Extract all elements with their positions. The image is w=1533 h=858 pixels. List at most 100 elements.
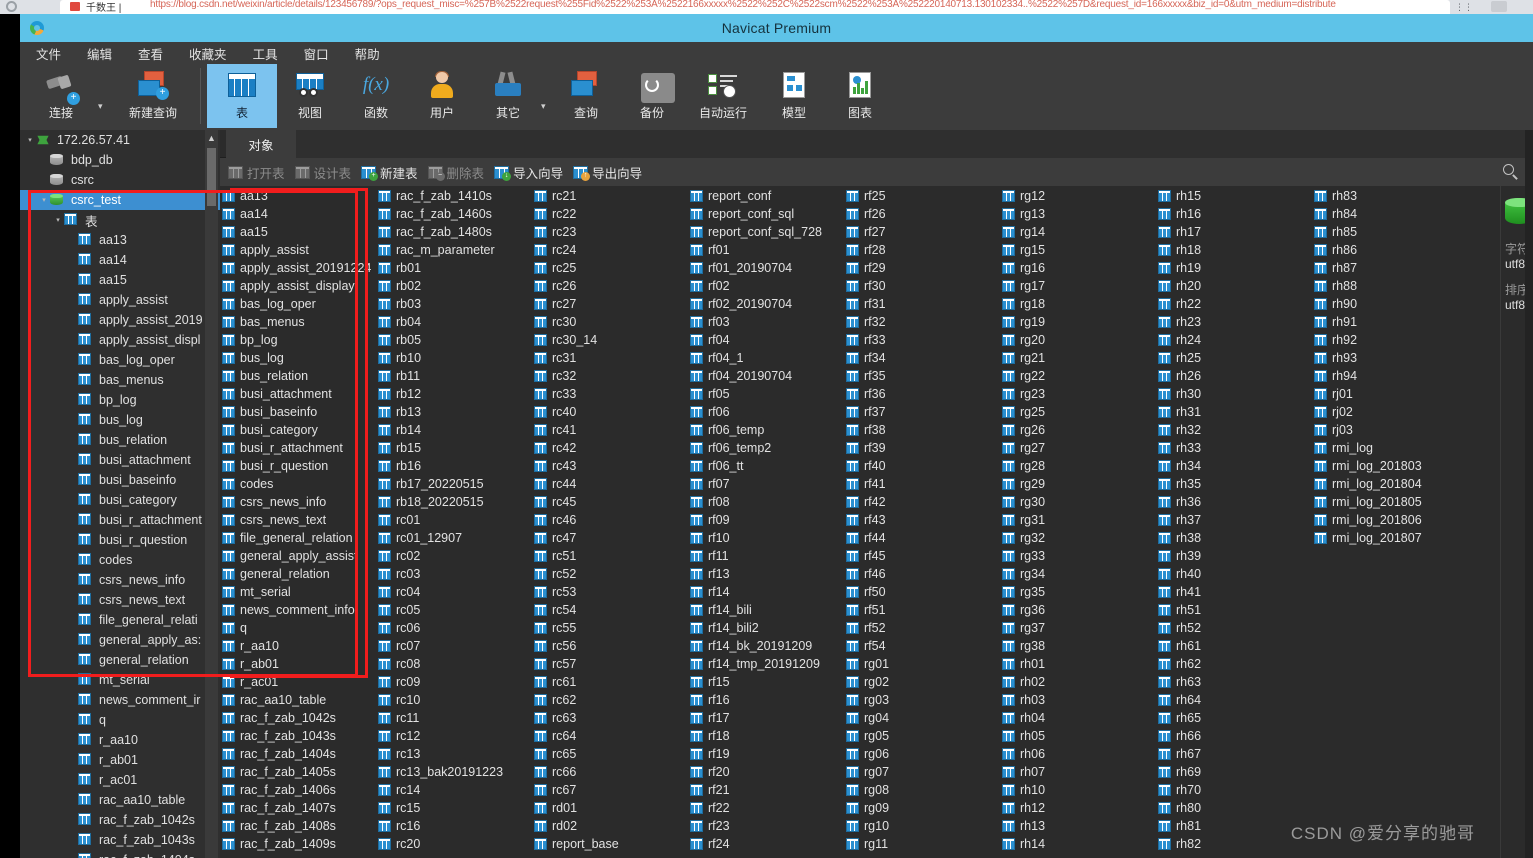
table-list-item[interactable]: rg08 — [844, 781, 1000, 799]
table-list-item[interactable]: rh24 — [1156, 331, 1312, 349]
tree-item-csrs_news_text[interactable]: csrs_news_text — [20, 590, 220, 610]
table-list-item[interactable]: rf30 — [844, 277, 1000, 295]
table-list-item[interactable]: rc13_bak20191223 — [376, 763, 532, 781]
table-list-item[interactable]: rh83 — [1312, 187, 1500, 205]
table-list-item[interactable]: rg21 — [1000, 349, 1156, 367]
table-list-item[interactable]: rb14 — [376, 421, 532, 439]
table-list-item[interactable]: rh82 — [1156, 835, 1312, 853]
table-list-item[interactable]: rg18 — [1000, 295, 1156, 313]
menu-favorites[interactable]: 收藏夹 — [183, 42, 233, 65]
table-list-item[interactable]: rf41 — [844, 475, 1000, 493]
table-list-item[interactable]: rc12 — [376, 727, 532, 745]
table-list-item[interactable]: rac_f_zab_1042s — [220, 709, 376, 727]
table-list-item[interactable]: rf40 — [844, 457, 1000, 475]
table-list-item[interactable]: rc06 — [376, 619, 532, 637]
table-list-item[interactable]: rf44 — [844, 529, 1000, 547]
table-list-item[interactable]: rb15 — [376, 439, 532, 457]
table-list-item[interactable]: rh22 — [1156, 295, 1312, 313]
table-list-item[interactable]: rf16 — [688, 691, 844, 709]
table-list-item[interactable]: rf28 — [844, 241, 1000, 259]
table-list-item[interactable]: rg03 — [844, 691, 1000, 709]
table-list-item[interactable]: rh33 — [1156, 439, 1312, 457]
tree-item-busi_r_attachment[interactable]: busi_r_attachment — [20, 510, 220, 530]
table-list-item[interactable]: rh16 — [1156, 205, 1312, 223]
table-list-item[interactable]: rc30_14 — [532, 331, 688, 349]
table-list-item[interactable]: rh69 — [1156, 763, 1312, 781]
tree-item-apply_assist[interactable]: apply_assist — [20, 290, 220, 310]
table-list-item[interactable]: rh52 — [1156, 619, 1312, 637]
table-list-item[interactable]: rg22 — [1000, 367, 1156, 385]
table-list-item[interactable]: rf13 — [688, 565, 844, 583]
table-list-item[interactable]: rh94 — [1312, 367, 1500, 385]
table-list-item[interactable]: rf45 — [844, 547, 1000, 565]
tree-item-busi_r_question[interactable]: busi_r_question — [20, 530, 220, 550]
table-list-item[interactable]: rh51 — [1156, 601, 1312, 619]
table-list-item[interactable]: rg16 — [1000, 259, 1156, 277]
table-list-item[interactable]: rc47 — [532, 529, 688, 547]
table-list-item[interactable]: rh35 — [1156, 475, 1312, 493]
table-list-item[interactable]: rf29 — [844, 259, 1000, 277]
table-list-item[interactable]: rh70 — [1156, 781, 1312, 799]
table-list-item[interactable]: rc66 — [532, 763, 688, 781]
table-list-item[interactable]: rf06_temp — [688, 421, 844, 439]
table-list-item[interactable]: rh93 — [1312, 349, 1500, 367]
table-list-item[interactable]: rf14_bk_20191209 — [688, 637, 844, 655]
table-list-item[interactable]: rc22 — [532, 205, 688, 223]
table-list-item[interactable]: rh25 — [1156, 349, 1312, 367]
table-list-item[interactable]: csrs_news_text — [220, 511, 376, 529]
table-list-item[interactable]: rg07 — [844, 763, 1000, 781]
tree-item-apply_assist_2019[interactable]: apply_assist_2019 — [20, 310, 220, 330]
table-list-item[interactable]: rc53 — [532, 583, 688, 601]
table-list-item[interactable]: rf54 — [844, 637, 1000, 655]
tree-item-csrc_test[interactable]: ▾ csrc_test — [20, 190, 220, 210]
tree-item-general_apply_as[interactable]: general_apply_as: — [20, 630, 220, 650]
table-list-item[interactable]: rf14_bili — [688, 601, 844, 619]
menu-help[interactable]: 帮助 — [349, 42, 386, 65]
table-list-item[interactable]: rmi_log_201805 — [1312, 493, 1500, 511]
table-list-item[interactable]: rc21 — [532, 187, 688, 205]
table-list-item[interactable]: rg19 — [1000, 313, 1156, 331]
table-list-item[interactable]: rmi_log_201807 — [1312, 529, 1500, 547]
table-list-item[interactable]: rac_m_parameter — [376, 241, 532, 259]
table-list-item[interactable]: rf09 — [688, 511, 844, 529]
table-list-item[interactable]: rb16 — [376, 457, 532, 475]
table-list-item[interactable]: rg06 — [844, 745, 1000, 763]
table-list-item[interactable]: rc67 — [532, 781, 688, 799]
table-list-item[interactable]: rh02 — [1000, 673, 1156, 691]
menu-edit[interactable]: 编辑 — [81, 42, 118, 65]
table-list-item[interactable]: rh14 — [1000, 835, 1156, 853]
table-list-item[interactable]: rc65 — [532, 745, 688, 763]
table-list-item[interactable]: rf36 — [844, 385, 1000, 403]
table-list-item[interactable]: rh63 — [1156, 673, 1312, 691]
table-list-item[interactable]: bas_log_oper — [220, 295, 376, 313]
table-list-item[interactable]: rh36 — [1156, 493, 1312, 511]
table-list-item[interactable]: rf31 — [844, 295, 1000, 313]
table-list-item[interactable]: aa13 — [220, 187, 376, 205]
table-list-item[interactable]: busi_r_question — [220, 457, 376, 475]
toolbar-new-query-button[interactable]: + 新建查询 — [110, 64, 196, 128]
table-list-item[interactable]: rac_f_zab_1410s — [376, 187, 532, 205]
tree-item-rac_f_zab_1404s[interactable]: rac_f_zab_1404s — [20, 850, 220, 858]
toolbar-other-button[interactable]: 其它 — [475, 64, 541, 128]
table-list-item[interactable]: rg33 — [1000, 547, 1156, 565]
table-list-item[interactable]: bus_relation — [220, 367, 376, 385]
tree-item-busi_attachment[interactable]: busi_attachment — [20, 450, 220, 470]
table-list-item[interactable]: rg04 — [844, 709, 1000, 727]
table-list-item[interactable]: rmi_log_201804 — [1312, 475, 1500, 493]
tree-scrollbar[interactable]: ▲ — [205, 130, 218, 858]
tree-item-rac_f_zab_1042s[interactable]: rac_f_zab_1042s — [20, 810, 220, 830]
table-list-item[interactable]: aa14 — [220, 205, 376, 223]
table-list-item[interactable]: rg17 — [1000, 277, 1156, 295]
browser-url-text[interactable]: https://blog.csdn.net/weixin/article/det… — [150, 0, 1336, 10]
toolbar-model-button[interactable]: 模型 — [761, 64, 827, 128]
table-list-item[interactable]: rf07 — [688, 475, 844, 493]
table-list-item[interactable]: rc55 — [532, 619, 688, 637]
table-list-item[interactable]: rb10 — [376, 349, 532, 367]
table-list-item[interactable]: rh13 — [1000, 817, 1156, 835]
table-list-item[interactable]: rj01 — [1312, 385, 1500, 403]
table-list-item[interactable]: rac_aa10_table — [220, 691, 376, 709]
table-list-item[interactable]: rf02 — [688, 277, 844, 295]
table-list-item[interactable]: rf52 — [844, 619, 1000, 637]
tree-item-csrs_news_info[interactable]: csrs_news_info — [20, 570, 220, 590]
table-list-item[interactable]: rh30 — [1156, 385, 1312, 403]
